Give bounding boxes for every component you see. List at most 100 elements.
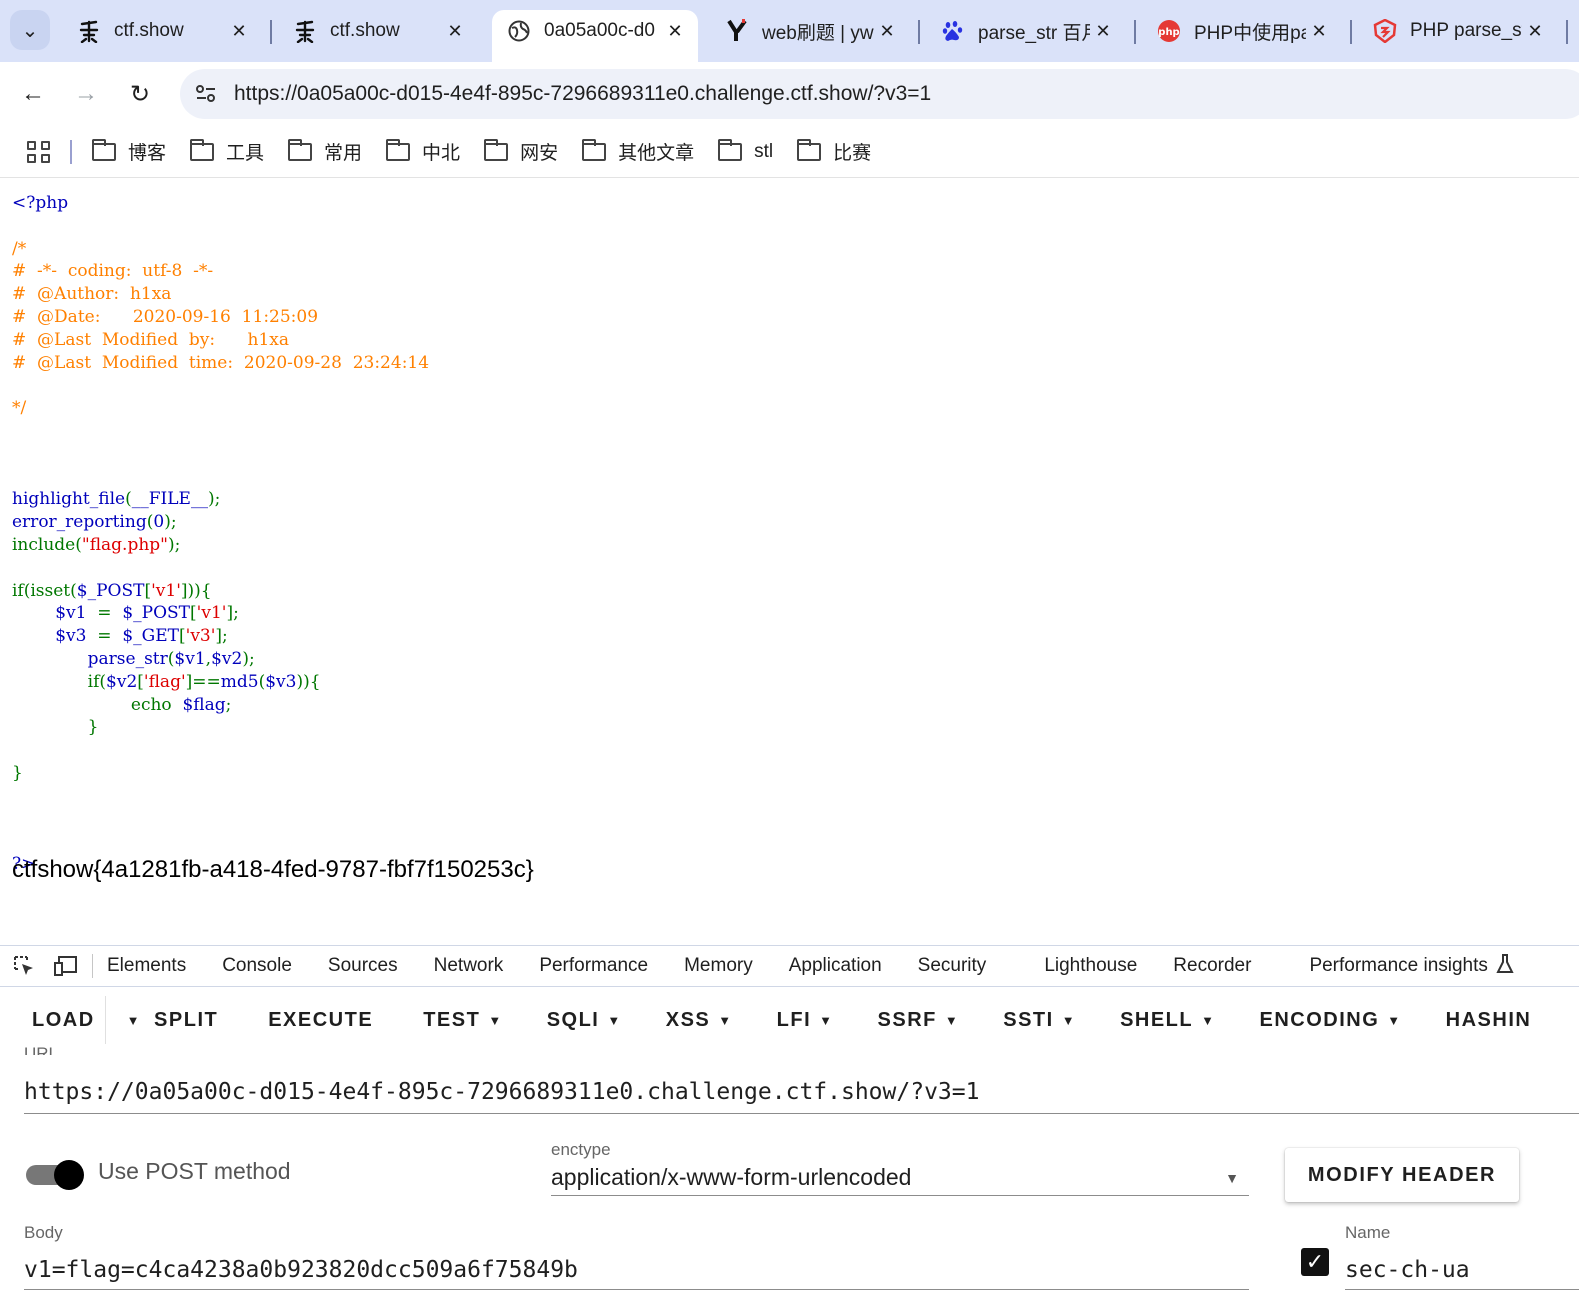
bookmark-folder[interactable]: 中北	[386, 138, 460, 165]
folder-icon	[718, 138, 743, 161]
folder-icon	[386, 138, 411, 161]
bookmark-folder[interactable]: 博客	[92, 138, 166, 165]
header-name-input[interactable]: sec-ch-ua	[1345, 1250, 1579, 1290]
apps-grid-icon[interactable]	[24, 137, 54, 167]
modify-header-button[interactable]: MODIFY HEADER	[1285, 1148, 1519, 1202]
menu-divider	[105, 996, 107, 1044]
ssti-menu[interactable]: SSTI ▼	[1003, 1009, 1076, 1032]
code-line: $v1 = $_POST['v1'];	[12, 602, 429, 625]
back-button[interactable]: ←	[13, 74, 53, 114]
hackbar-url-input[interactable]: https://0a05a00c-d015-4e4f-895c-72966893…	[24, 1070, 1579, 1114]
code-token: # @Last Modified by: h1xa	[12, 329, 290, 350]
ssrf-menu[interactable]: SSRF ▼	[878, 1009, 960, 1032]
split-button[interactable]: SPLIT	[154, 1009, 218, 1032]
devtools-tab-recorder[interactable]: Recorder	[1173, 955, 1251, 977]
caret-down-icon: ▼	[1061, 1012, 1077, 1028]
browser-tab[interactable]: php PHP中使用pa ✕	[1142, 10, 1342, 52]
sqli-menu[interactable]: SQLI ▼	[547, 1009, 622, 1032]
devtools-tab-lighthouse[interactable]: Lighthouse	[1044, 955, 1137, 977]
code-token: $_GET	[122, 626, 179, 647]
tab-search-button[interactable]: ⌄	[10, 10, 50, 50]
code-token: ]==	[185, 671, 221, 692]
bookmark-folder[interactable]: 常用	[288, 138, 362, 165]
close-icon[interactable]: ✕	[226, 21, 252, 42]
close-icon[interactable]: ✕	[662, 21, 688, 42]
tab-title: 0a05a00c-d0	[544, 20, 655, 41]
devtools-tab-elements[interactable]: Elements	[107, 955, 186, 977]
shell-menu[interactable]: SHELL ▼	[1120, 1009, 1215, 1032]
browser-tab[interactable]: PHP parse_st ✕	[1358, 10, 1558, 52]
browser-tab[interactable]: ctf.show ✕	[62, 10, 262, 52]
site-settings-icon[interactable]	[186, 84, 226, 104]
tab-title: ctf.show	[330, 20, 400, 41]
devtools-tab-performance[interactable]: Performance	[539, 955, 648, 977]
code-token: 'v1'	[151, 580, 181, 601]
address-bar[interactable]: https://0a05a00c-d015-4e4f-895c-72966893…	[180, 69, 1579, 119]
hashing-menu[interactable]: HASHIN	[1446, 1009, 1532, 1032]
y-logo-icon	[724, 18, 750, 44]
code-line: if($v2['flag']==md5($v3)){	[12, 671, 429, 694]
load-button[interactable]: LOAD	[32, 1009, 95, 1032]
close-icon[interactable]: ✕	[1522, 21, 1548, 42]
enctype-select[interactable]: application/x-www-form-urlencoded ▼	[551, 1160, 1249, 1196]
encoding-menu[interactable]: ENCODING ▼	[1260, 1009, 1402, 1032]
post-body-input[interactable]: v1=flag=c4ca4238a0b923820dcc509a6f75849b	[24, 1250, 1249, 1290]
folder-icon	[582, 138, 607, 161]
bookmark-folder[interactable]: 网安	[484, 138, 558, 165]
devtools-tab-sources[interactable]: Sources	[328, 955, 398, 977]
code-line: }	[12, 762, 429, 785]
close-icon[interactable]: ✕	[1090, 21, 1116, 42]
code-token: include(	[12, 534, 82, 555]
url-field-label: URL	[24, 1045, 59, 1055]
bookmark-label: 中北	[422, 143, 461, 164]
devtools-tab-memory[interactable]: Memory	[684, 955, 753, 977]
chevron-down-icon: ⌄	[21, 19, 39, 42]
devtools-tab-network[interactable]: Network	[434, 955, 504, 977]
devtools-tab-security[interactable]: Security	[918, 955, 987, 977]
close-icon[interactable]: ✕	[442, 21, 468, 42]
devtools-tab-performance-insights[interactable]: Performance insights	[1309, 955, 1487, 977]
browser-tab-strip: ⌄ ctf.show ✕ ctf.show ✕ 0a05a00c-d0 ✕ we…	[0, 0, 1579, 62]
lfi-menu[interactable]: LFI ▼	[777, 1009, 834, 1032]
bookmark-folder[interactable]: 比赛	[797, 138, 871, 165]
browser-tab[interactable]: parse_str 百月 ✕	[926, 10, 1126, 52]
browser-tab[interactable]: web刷题 | yw ✕	[710, 10, 910, 52]
browser-tab[interactable]: ctf.show ✕	[278, 10, 478, 52]
device-toolbar-icon[interactable]	[52, 952, 80, 980]
load-dropdown-button[interactable]: ▼	[119, 1013, 141, 1028]
code-token: if(isset(	[12, 580, 77, 601]
tab-separator	[270, 20, 272, 44]
xss-menu[interactable]: XSS ▼	[666, 1009, 733, 1032]
folder-icon	[288, 138, 313, 161]
close-icon[interactable]: ✕	[874, 21, 900, 42]
test-menu[interactable]: TEST ▼	[423, 1009, 503, 1032]
devtools-tab-console[interactable]: Console	[222, 955, 292, 977]
bookmark-folder[interactable]: 其他文章	[582, 138, 694, 165]
use-post-toggle[interactable]	[26, 1160, 84, 1190]
browser-tab-active[interactable]: 0a05a00c-d0 ✕	[492, 10, 698, 62]
forward-button[interactable]: →	[66, 74, 106, 114]
header-enabled-checkbox[interactable]: ✓	[1301, 1248, 1329, 1276]
close-icon[interactable]: ✕	[1306, 21, 1332, 42]
code-token: ])){	[180, 580, 212, 601]
address-bar-url[interactable]: https://0a05a00c-d015-4e4f-895c-72966893…	[234, 82, 931, 106]
caret-down-icon: ▼	[126, 1012, 142, 1028]
code-token: __FILE__	[131, 489, 208, 510]
code-token: );	[168, 534, 181, 555]
devtools-tab-application[interactable]: Application	[789, 955, 882, 977]
bookmark-folder[interactable]: stl	[718, 138, 773, 163]
execute-button[interactable]: EXECUTE	[268, 1009, 373, 1032]
bookmark-label: 其他文章	[618, 143, 695, 164]
bookmark-folder[interactable]: 工具	[190, 138, 264, 165]
code-token: =	[97, 626, 123, 647]
inspect-element-icon[interactable]	[10, 952, 38, 980]
arrow-left-icon: ←	[21, 80, 45, 107]
page-content: <?php /* # -*- coding: utf-8 -*- # @Author:…	[0, 180, 1579, 945]
code-token: )){	[296, 671, 321, 692]
globe-icon	[506, 18, 532, 44]
reload-button[interactable]: ↻	[120, 74, 160, 114]
